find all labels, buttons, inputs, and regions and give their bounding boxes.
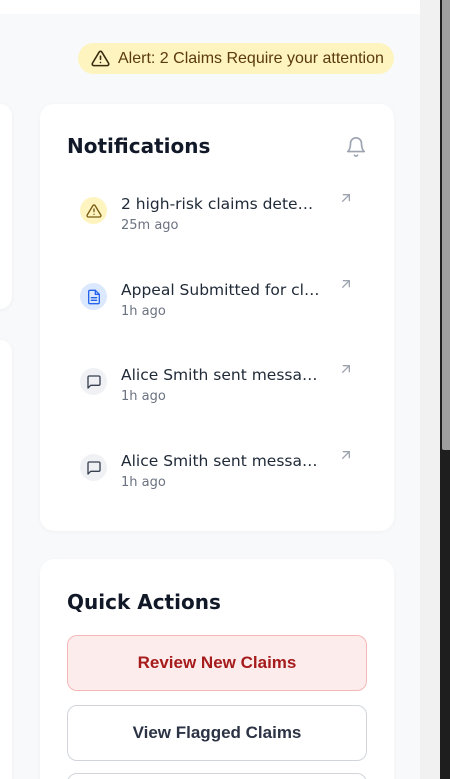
notification-text: Alice Smith sent message [121, 366, 321, 384]
notification-item[interactable]: Alice Smith sent message 1h ago [80, 365, 360, 415]
quick-action-button[interactable] [67, 773, 367, 779]
message-icon [80, 368, 107, 395]
notification-time: 1h ago [121, 475, 166, 490]
notification-item[interactable]: Appeal Submitted for claim 1h ago [80, 280, 360, 330]
notification-text: Appeal Submitted for claim [121, 281, 321, 299]
notification-time: 1h ago [121, 389, 166, 404]
review-new-claims-button[interactable]: Review New Claims [67, 635, 367, 691]
notifications-title: Notifications [67, 134, 211, 158]
notification-text: 2 high-risk claims detected [121, 195, 321, 213]
view-flagged-claims-button[interactable]: View Flagged Claims [67, 705, 367, 761]
left-panel-card [0, 104, 12, 309]
top-bar [0, 0, 420, 14]
notifications-card: Notifications 2 high-risk claims detecte… [40, 104, 394, 531]
external-link-icon[interactable] [338, 361, 354, 377]
alert-text: Alert: 2 Claims Require your attention [118, 49, 384, 67]
external-link-icon[interactable] [338, 190, 354, 206]
warning-icon [80, 197, 107, 224]
external-link-icon[interactable] [338, 447, 354, 463]
notification-item[interactable]: Alice Smith sent message 1h ago [80, 451, 360, 501]
notification-text: Alice Smith sent message [121, 452, 321, 470]
document-icon [80, 283, 107, 310]
quick-actions-card: Quick Actions Review New Claims View Fla… [40, 559, 394, 779]
left-panel-card [0, 340, 12, 779]
message-icon [80, 454, 107, 481]
notification-item[interactable]: 2 high-risk claims detected 25m ago [80, 194, 360, 244]
notification-time: 1h ago [121, 304, 166, 319]
quick-actions-title: Quick Actions [67, 590, 221, 614]
bell-icon[interactable] [345, 136, 367, 158]
external-link-icon[interactable] [338, 276, 354, 292]
scrollbar-track[interactable] [420, 0, 440, 779]
alert-banner[interactable]: Alert: 2 Claims Require your attention [78, 43, 394, 74]
notification-time: 25m ago [121, 218, 179, 233]
warning-icon [91, 50, 110, 67]
scrollbar-thumb[interactable] [442, 0, 450, 450]
